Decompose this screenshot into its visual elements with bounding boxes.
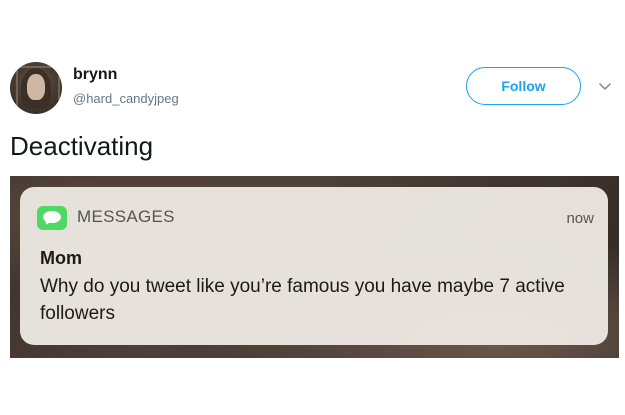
- notification-banner: MESSAGES now Mom Why do you tweet like y…: [20, 187, 608, 345]
- notification-sender: Mom: [40, 248, 82, 268]
- speech-bubble-tail: [43, 218, 52, 227]
- avatar[interactable]: [10, 62, 62, 114]
- notification-body: Why do you tweet like you’re famous you …: [40, 276, 565, 324]
- messages-icon: [37, 206, 67, 230]
- notification-app-name: MESSAGES: [77, 207, 175, 226]
- tweet-card: brynn @hard_candyjpeg Follow Deactivatin…: [0, 0, 625, 415]
- tweet-text: Deactivating: [10, 131, 154, 161]
- avatar-face: [27, 74, 45, 100]
- follow-button[interactable]: Follow: [466, 67, 581, 105]
- notification-time: now: [566, 210, 594, 227]
- chevron-down-icon[interactable]: [598, 79, 612, 93]
- tweet-media-image[interactable]: MESSAGES now Mom Why do you tweet like y…: [10, 176, 619, 358]
- user-handle[interactable]: @hard_candyjpeg: [73, 91, 179, 106]
- user-display-name[interactable]: brynn: [73, 66, 117, 84]
